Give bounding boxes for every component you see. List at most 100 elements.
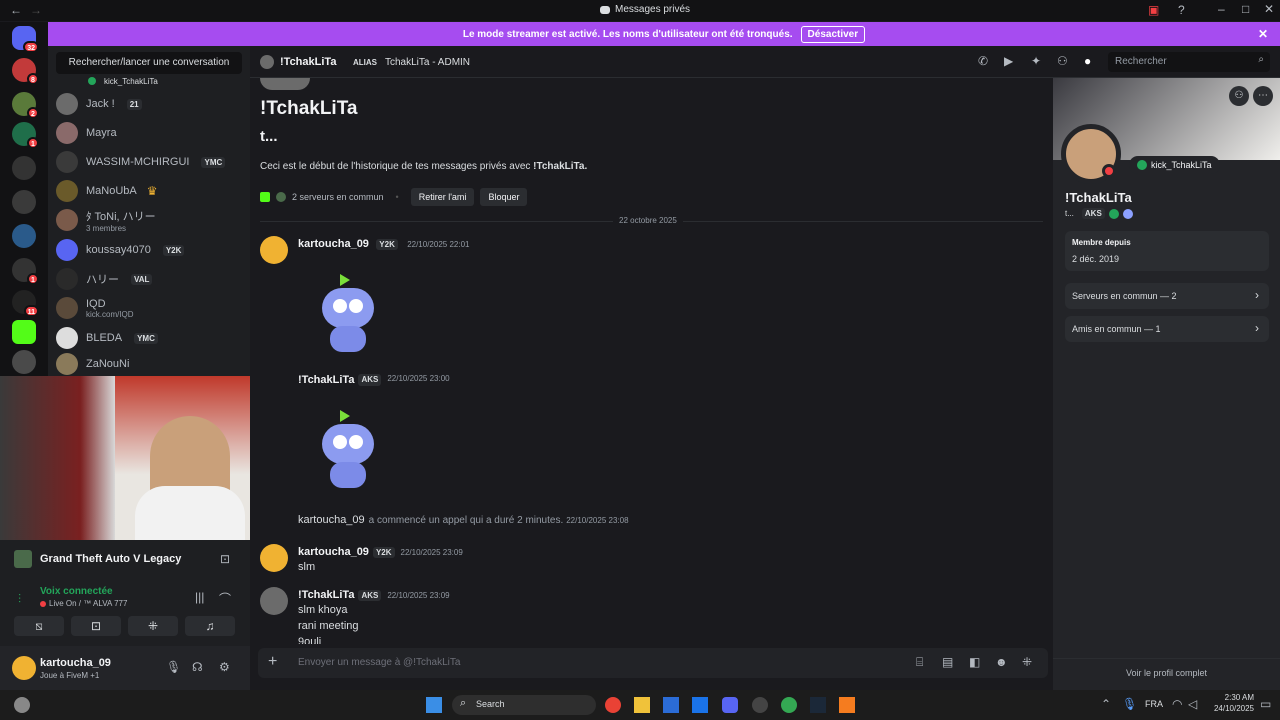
mutual-servers-count[interactable]: 2 serveurs en commun	[292, 192, 384, 202]
server-icon[interactable]: 8	[12, 58, 39, 85]
message[interactable]: !TchakLiTa AKS 22/10/2025 23:09 slm khoya …	[260, 587, 450, 644]
sticker-icon[interactable]: ◧	[969, 655, 980, 669]
dm-item[interactable]: WASSIM-MCHIRGUI YMC	[56, 148, 242, 176]
server-icon[interactable]: 1	[12, 258, 39, 285]
widgets-icon[interactable]	[14, 697, 30, 713]
server-icon[interactable]	[12, 190, 36, 214]
add-friends-icon[interactable]: ⚇	[1057, 54, 1068, 68]
add-friend-icon[interactable]: ⚇	[1229, 86, 1249, 106]
voice-call-icon[interactable]: ✆	[978, 54, 988, 68]
activities-button[interactable]: ⁜	[128, 616, 178, 636]
soundboard-button[interactable]: ♫	[185, 616, 235, 636]
dm-item[interactable]: koussay4070 Y2K	[56, 236, 242, 264]
emoji-icon[interactable]: ☻	[995, 655, 1008, 669]
help-icon[interactable]: ?	[1178, 3, 1185, 17]
message[interactable]: kartoucha_09 Y2K 22/10/2025 22:01	[260, 236, 469, 264]
dm-item[interactable]: MaNoUbA ♛	[56, 177, 242, 205]
video-call-icon[interactable]: ▶	[1004, 54, 1013, 68]
tray-mic-icon[interactable]: 🎙	[1122, 697, 1137, 711]
discord-taskbar-icon[interactable]	[722, 697, 738, 713]
conversation-search-button[interactable]: Rechercher/lancer une conversation	[56, 52, 242, 74]
more-options-icon[interactable]: ⋯	[1253, 86, 1273, 106]
wifi-icon[interactable]: ◠	[1172, 697, 1182, 711]
message-author[interactable]: !TchakLiTa	[298, 374, 354, 386]
gif-icon[interactable]: ▤	[942, 655, 953, 669]
dm-item[interactable]: BLEDA YMC	[56, 324, 242, 352]
outlook-icon[interactable]	[692, 697, 708, 713]
user-avatar[interactable]	[12, 656, 36, 680]
activity-game[interactable]: Grand Theft Auto V Legacy	[14, 550, 181, 568]
clock-time[interactable]: 2:30 AM	[1208, 693, 1254, 702]
app-icon[interactable]	[752, 697, 768, 713]
message-input[interactable]: Envoyer un message à @!TchakLiTa	[298, 657, 460, 668]
steam-icon[interactable]	[810, 697, 826, 713]
taskbar-search[interactable]: ⌕ Search	[452, 695, 596, 715]
clock-date[interactable]: 24/10/2025	[1204, 704, 1254, 713]
screen-share-icon[interactable]: ▣	[1148, 3, 1159, 17]
user-profile-icon[interactable]: ●	[1084, 54, 1091, 68]
home-dm-button[interactable]: 32	[12, 26, 39, 53]
dm-item[interactable]: kick_TchakLiTa	[56, 74, 242, 88]
mutual-servers-row[interactable]: Serveurs en commun — 2 ›	[1065, 283, 1269, 309]
server-icon[interactable]: 1	[12, 122, 39, 149]
message-avatar[interactable]	[260, 587, 288, 615]
maximize-icon[interactable]: □	[1242, 2, 1249, 16]
chrome-profile-icon[interactable]	[781, 697, 797, 713]
chrome-icon[interactable]	[605, 697, 621, 713]
message-author[interactable]: kartoucha_09	[298, 514, 365, 526]
message-avatar[interactable]	[260, 236, 288, 264]
app-icon[interactable]	[839, 697, 855, 713]
gift-icon[interactable]: ⌸	[916, 655, 923, 670]
dm-item[interactable]: Mayra	[56, 119, 242, 147]
message[interactable]: !TchakLiTa AKS 22/10/2025 23:00	[298, 374, 450, 386]
volume-icon[interactable]: ◁	[1188, 697, 1197, 711]
mutual-friends-row[interactable]: Amis en commun — 1 ›	[1065, 316, 1269, 342]
activity-settings-icon[interactable]: ⊡	[220, 552, 230, 566]
message[interactable]: kartoucha_09 Y2K 22/10/2025 23:09 slm	[260, 544, 463, 573]
remove-friend-button[interactable]: Retirer l'ami	[410, 188, 475, 206]
file-explorer-icon[interactable]	[634, 697, 650, 713]
language-indicator[interactable]: FRA	[1145, 699, 1163, 709]
wumpus-sticker[interactable]	[312, 404, 384, 492]
dm-item[interactable]: ﾀ ToNi, ハリー 3 membres	[56, 206, 242, 234]
view-full-profile-link[interactable]: Voir le profil complet	[1053, 668, 1280, 678]
voice-channel[interactable]: Live On / ™ ALVA 777	[40, 599, 127, 608]
tray-chevron-up-icon[interactable]: ⌃	[1101, 697, 1111, 711]
server-icon[interactable]	[12, 224, 36, 248]
notification-icon[interactable]: ▭	[1260, 697, 1271, 711]
screen-share-button[interactable]: ⊡	[71, 616, 121, 636]
server-icon[interactable]	[12, 156, 36, 180]
dm-item[interactable]: ハリー VAL	[56, 265, 242, 293]
minimize-icon[interactable]: –	[1218, 2, 1225, 16]
username[interactable]: kartoucha_09	[40, 657, 111, 669]
server-icon[interactable]: 11	[12, 290, 39, 317]
server-icon[interactable]	[12, 350, 36, 374]
pin-icon[interactable]: ✦	[1031, 54, 1041, 68]
kick-server-icon[interactable]	[12, 320, 36, 344]
dm-item[interactable]: Jack ! 21	[56, 90, 242, 118]
message-author[interactable]: kartoucha_09	[298, 238, 369, 250]
disable-streamer-button[interactable]: Désactiver	[800, 25, 866, 43]
store-icon[interactable]	[663, 697, 679, 713]
wumpus-sticker[interactable]	[312, 268, 384, 356]
server-icon[interactable]: 2	[12, 92, 39, 119]
message-author[interactable]: kartoucha_09	[298, 546, 369, 558]
settings-gear-icon[interactable]: ⚙	[219, 660, 230, 674]
message-author[interactable]: !TchakLiTa	[298, 589, 354, 601]
banner-close-icon[interactable]: ✕	[1258, 27, 1268, 41]
headphones-icon[interactable]: ☊	[192, 660, 203, 674]
attach-plus-icon[interactable]: +	[268, 653, 277, 671]
close-window-icon[interactable]: ✕	[1264, 2, 1274, 16]
apps-icon[interactable]: ⁜	[1022, 655, 1032, 669]
video-off-button[interactable]: ⧅	[14, 616, 64, 636]
disconnect-icon[interactable]: ⌒	[219, 590, 231, 607]
search-input[interactable]: Rechercher ⌕	[1108, 52, 1270, 72]
forward-arrow-icon[interactable]: →	[30, 3, 42, 17]
back-arrow-icon[interactable]: ←	[10, 3, 22, 17]
message-avatar[interactable]	[260, 544, 288, 572]
header-username[interactable]: !TchakLiTa	[280, 56, 336, 68]
noise-suppression-icon[interactable]: |||	[195, 590, 204, 604]
microphone-icon[interactable]: 🎙	[166, 660, 181, 674]
dm-item[interactable]: ZaNouNi	[56, 350, 242, 378]
block-button[interactable]: Bloquer	[480, 188, 528, 206]
